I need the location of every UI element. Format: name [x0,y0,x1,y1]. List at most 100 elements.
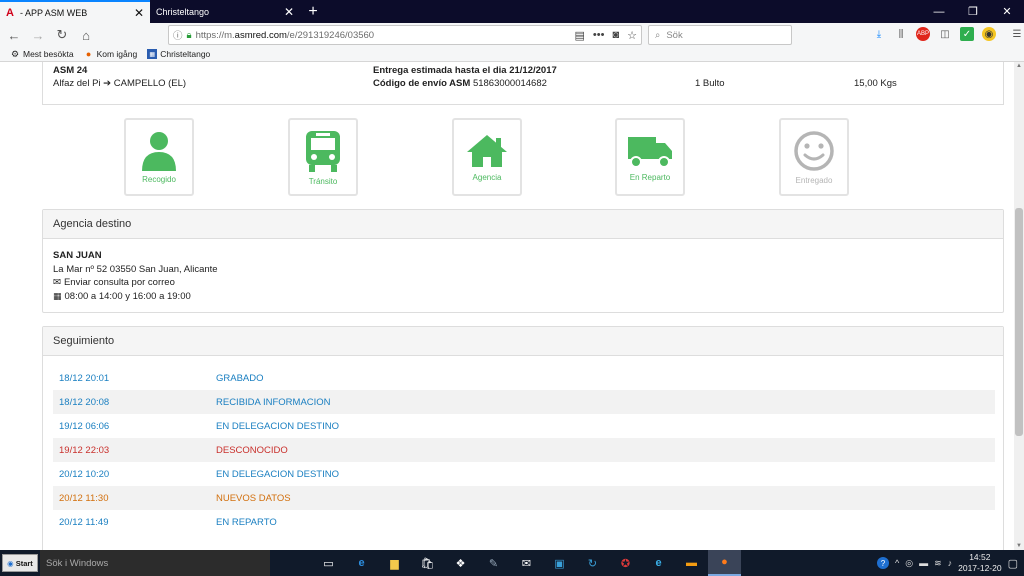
antivirus-icon[interactable]: ✪ [609,550,642,576]
task-view-icon[interactable]: ▭ [312,550,345,576]
checkmark-extension-icon[interactable]: ✓ [960,27,974,41]
url-actions: ▤ ••• ◙ ☆ [575,29,638,42]
destination-address: La Mar nº 52 03550 San Juan, Alicante [53,263,218,275]
chevron-up-icon[interactable]: ^ [895,558,899,568]
page-viewport: ASM 24 Alfaz del Pi ➔ CAMPELLO (EL) Entr… [0,62,1024,550]
pocket-icon[interactable]: ◙ [612,29,619,42]
tracking-date: 18/12 20:01 [59,372,110,384]
taskbar-search-input[interactable]: Sök i Windows [40,550,270,576]
url-text[interactable]: https://m.asmred.com/e/291319246/03560 [196,30,571,41]
wifi-icon[interactable]: ≋ [934,558,942,569]
clock[interactable]: 14:52 2017-12-20 [958,552,1001,574]
edge-icon[interactable]: e [345,550,378,576]
table-row: 19/12 22:03 DESCONOCIDO [53,438,995,462]
tab-bar: A - APP ASM WEB ✕ Christeltango ✕ + — ❐ … [0,0,1024,23]
table-row: 20/12 10:20 EN DELEGACION DESTINO [53,462,995,486]
status-en-reparto: En Reparto [615,118,685,196]
toolbar-icons: ⤓ ⫼ ABP ◫ ✓ ◉ ☰ [872,27,1024,41]
url-bar[interactable]: ⓘ 🔒︎ https://m.asmred.com/e/291319246/03… [168,25,642,45]
user-icon [142,131,176,171]
page-scrollbar[interactable]: ▲ ▼ [1014,62,1024,550]
close-tab-icon[interactable]: ✕ [134,7,144,19]
extension-icon[interactable]: ◉ [982,27,996,41]
tab-asm-web[interactable]: A - APP ASM WEB ✕ [0,0,150,23]
tracking-date: 20/12 10:20 [59,468,110,480]
table-row: 19/12 06:06 EN DELEGACION DESTINO [53,414,995,438]
start-button[interactable]: ◉ Start [2,554,38,572]
internet-explorer-icon[interactable]: e [642,550,675,576]
bookmark-kom-igang[interactable]: ● Kom igång [84,49,137,59]
email-link-text[interactable]: Enviar consulta por correo [64,276,175,290]
scroll-down-icon[interactable]: ▼ [1016,543,1022,549]
tracking-status: RECIBIDA INFORMACION [216,396,331,408]
email-client-icon[interactable]: ▬ [675,550,708,576]
taskbar: ◉ Start Sök i Windows ▭ e ▆ 🛍︎ ❖ ✎ ✉ ▣ ↻… [0,550,1024,576]
status-agencia: Agencia [452,118,522,196]
status-entregado: Entregado [779,118,849,196]
help-icon[interactable]: ? [876,557,889,569]
sidebar-icon[interactable]: ◫ [938,27,952,41]
restore-icon[interactable]: ❐ [956,0,990,23]
firefox-taskbar-icon[interactable]: ● [708,550,741,576]
bookmarks-bar: ⚙ Mest besökta ● Kom igång ▦ Christeltan… [0,47,1024,62]
firefox-icon: ● [85,49,92,59]
new-tab-button[interactable]: + [300,0,326,23]
mail-icon[interactable]: ✉ [510,550,543,576]
app-icon[interactable]: ✎ [477,550,510,576]
store-icon[interactable]: 🛍︎ [411,550,444,576]
forward-icon[interactable]: → [28,25,48,45]
file-explorer-icon[interactable]: ▆ [378,550,411,576]
bookmark-christeltango[interactable]: ▦ Christeltango [147,49,210,59]
tracking-date: 19/12 22:03 [59,444,110,456]
scroll-up-icon[interactable]: ▲ [1016,63,1022,69]
bookmark-star-icon[interactable]: ☆ [627,29,637,42]
minimize-icon[interactable]: — [922,0,956,23]
reader-view-icon[interactable]: ▤ [575,29,585,42]
volume-icon[interactable]: ♪ [948,558,953,568]
tracking-panel: Seguimiento 18/12 20:01 GRABADO 18/12 20:0… [42,326,1004,550]
dropbox-icon[interactable]: ❖ [444,550,477,576]
asm-logo-icon: A [6,6,14,19]
battery-icon[interactable]: ▬ [919,558,928,568]
tracking-status: NUEVOS DATOS [216,492,291,504]
page-actions-icon[interactable]: ••• [593,29,605,42]
gear-icon: ⚙ [10,48,20,59]
home-nav-icon[interactable]: ⌂ [76,25,96,45]
search-icon: ⌕ [655,29,661,41]
email-link[interactable]: ✉ Enviar consulta por correo [53,276,993,290]
bookmark-label: Christeltango [160,49,211,59]
destination-panel: Agencia destino SAN JUAN La Mar nº 52 03… [42,209,1004,313]
tracking-status: GRABADO [216,372,264,384]
sync-icon[interactable]: ↻ [576,550,609,576]
status-label: En Reparto [629,172,671,182]
table-row: 20/12 11:30 NUEVOS DATOS [53,486,995,510]
close-window-icon[interactable]: ✕ [990,0,1024,23]
tab-christeltango[interactable]: Christeltango ✕ [150,0,300,23]
search-input[interactable]: ⌕ Sök [648,25,792,45]
navigation-bar: ← → ↻ ⌂ ⓘ 🔒︎ https://m.asmred.com/e/2913… [0,23,1024,47]
close-tab-icon[interactable]: ✕ [284,6,294,18]
window-controls: — ❐ ✕ [922,0,1024,23]
tab-title: Christeltango [156,6,210,17]
status-transito: Tránsito [288,118,358,196]
smiley-icon [794,130,834,171]
back-icon[interactable]: ← [4,25,24,45]
library-icon[interactable]: ⫼ [894,27,908,41]
menu-icon[interactable]: ☰ [1010,27,1024,41]
envelope-icon: ✉ [53,277,61,288]
calculator-icon[interactable]: ▣ [543,550,576,576]
opening-hours: ▦ 08:00 a 14:00 y 16:00 a 19:00 [53,290,993,304]
reload-icon[interactable]: ↻ [52,25,72,45]
tracking-status: EN DELEGACION DESTINO [216,468,339,480]
network-sync-icon[interactable]: ◎ [905,558,913,569]
bookmark-mest-besokta[interactable]: ⚙ Mest besökta [10,48,74,60]
tracking-status: EN DELEGACION DESTINO [216,420,339,432]
windows-logo-icon: ◉ [7,558,14,568]
notifications-icon[interactable]: ▢ [1008,557,1018,570]
destination-heading: Agencia destino [43,210,1003,239]
adblock-icon[interactable]: ABP [916,27,930,41]
info-icon[interactable]: ⓘ [173,28,183,42]
download-icon[interactable]: ⤓ [872,27,886,41]
scrollbar-thumb[interactable] [1015,208,1023,436]
clock-date: 2017-12-20 [958,563,1002,573]
